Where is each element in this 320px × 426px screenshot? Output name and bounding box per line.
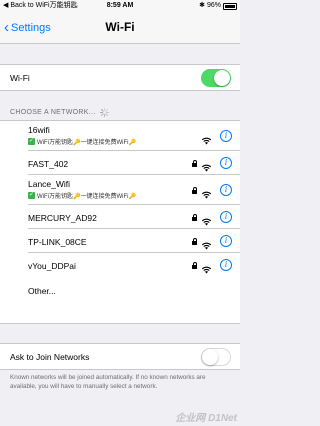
battery-percent: 96% — [206, 2, 221, 9]
wifi-toggle-group: Wi-Fi — [0, 64, 240, 91]
network-name: MERCURY_AD92 — [28, 213, 97, 223]
wifi-toggle-row: Wi-Fi — [0, 65, 240, 90]
ask-to-join-toggle[interactable] — [201, 347, 231, 366]
check-badge-icon: ✓ — [28, 192, 35, 199]
wifi-signal-icon — [201, 159, 212, 172]
network-row[interactable]: MERCURY_AD92 i — [28, 205, 240, 229]
watermark-logo: 企业网 D1Net — [175, 413, 237, 424]
ask-to-join-label: Ask to Join Networks — [10, 351, 90, 362]
wifi-signal-icon — [201, 261, 212, 274]
network-subtitle-text: WiFi万能钥匙🔑一键连接免费WiFi🔑 — [37, 140, 136, 146]
wifi-signal-icon — [201, 132, 212, 145]
status-bar: ◀ Back to WiFi万能钥匙 8:59 AM ✱ 96% — [0, 0, 240, 12]
network-row[interactable]: Lance_Wifi ✓ WiFi万能钥匙🔑一键连接免费WiFi🔑 i — [28, 175, 240, 205]
lock-icon — [192, 237, 197, 245]
wifi-signal-icon — [201, 213, 212, 226]
info-icon[interactable]: i — [220, 211, 232, 223]
lock-icon — [192, 159, 197, 167]
network-row[interactable]: FAST_402 i — [28, 151, 240, 175]
info-icon[interactable]: i — [220, 157, 232, 169]
page-title: Wi-Fi — [105, 20, 135, 34]
toggle-knob — [202, 348, 218, 365]
lock-icon — [192, 186, 197, 194]
info-icon[interactable]: i — [220, 259, 232, 271]
wifi-signal-icon — [201, 237, 212, 250]
check-badge-icon: ✓ — [28, 138, 35, 145]
network-row[interactable]: 16wifi ✓ WiFi万能钥匙🔑一键连接免费WiFi🔑 i — [28, 121, 240, 151]
other-network-row[interactable]: Other... — [28, 277, 240, 306]
network-list: 16wifi ✓ WiFi万能钥匙🔑一键连接免费WiFi🔑 i FAST_402 i Lan… — [0, 120, 240, 324]
info-icon[interactable]: i — [220, 130, 232, 142]
ask-to-join-footnote: Known networks will be joined automatica… — [10, 374, 206, 390]
bluetooth-icon: ✱ — [199, 2, 205, 9]
choose-network-label: CHOOSE A NETWORK... — [10, 109, 96, 116]
wifi-toggle-label: Wi-Fi — [10, 72, 30, 83]
network-subtitle: ✓ WiFi万能钥匙🔑一键连接免费WiFi🔑 — [28, 137, 136, 146]
network-row[interactable]: TP-LINK_08CE i — [28, 229, 240, 253]
ask-to-join-group: Ask to Join Networks — [0, 343, 240, 370]
lock-icon — [192, 261, 197, 269]
wifi-signal-icon — [201, 186, 212, 199]
loading-spinner-icon — [100, 108, 110, 117]
network-row[interactable]: vYou_DDPai i — [28, 253, 240, 277]
network-subtitle: ✓ WiFi万能钥匙🔑一键连接免费WiFi🔑 — [28, 191, 136, 200]
network-name: FAST_402 — [28, 159, 69, 169]
network-name: vYou_DDPai — [28, 261, 76, 271]
network-name: 16wifi — [28, 125, 50, 135]
info-icon[interactable]: i — [220, 235, 232, 247]
status-right: ✱ 96% — [199, 0, 237, 12]
navigation-bar: ‹ Settings Wi-Fi — [0, 12, 240, 44]
other-network-label: Other... — [28, 286, 56, 296]
choose-network-header: CHOOSE A NETWORK... — [10, 108, 110, 117]
lock-icon — [192, 213, 197, 221]
ask-to-join-row: Ask to Join Networks — [0, 344, 240, 369]
toggle-knob — [214, 69, 230, 86]
network-subtitle-text: WiFi万能钥匙🔑一键连接免费WiFi🔑 — [37, 194, 136, 200]
info-icon[interactable]: i — [220, 184, 232, 196]
battery-icon — [223, 2, 237, 10]
wifi-toggle-switch[interactable] — [201, 68, 231, 87]
network-name: TP-LINK_08CE — [28, 237, 87, 247]
network-name: Lance_Wifi — [28, 179, 71, 189]
